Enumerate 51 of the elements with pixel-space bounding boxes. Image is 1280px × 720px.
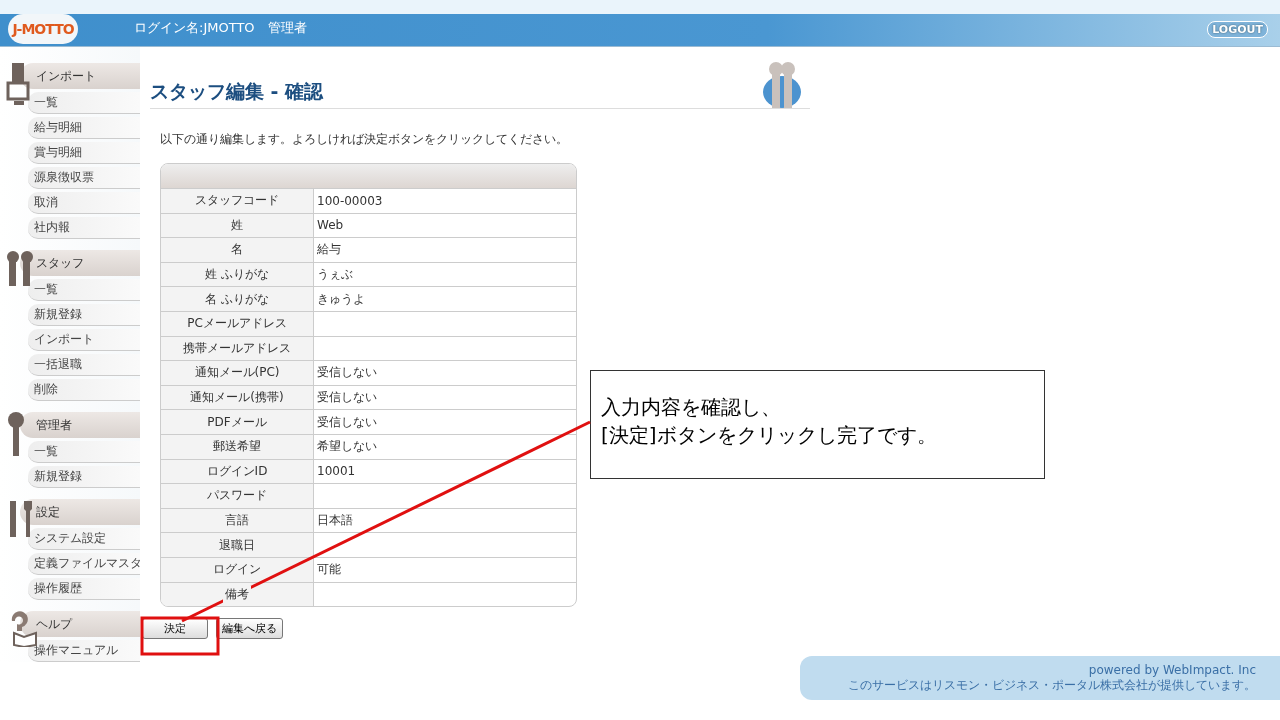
sidebar-item[interactable]: 新規登録: [28, 466, 140, 488]
monitor-icon: [6, 63, 32, 107]
sidebar-item[interactable]: 社内報: [28, 217, 140, 239]
powered-by-text: powered by WebImpact. Inc: [1087, 662, 1256, 677]
sidebar-item[interactable]: 源泉徴収票: [28, 167, 140, 189]
people-icon: [762, 60, 802, 108]
field-label: 言語: [223, 512, 251, 529]
callout-text: 入力内容を確認し、: [601, 394, 782, 421]
field-value: 可能: [317, 561, 341, 579]
sidebar-item[interactable]: 一覧: [28, 441, 140, 463]
sidebar-item[interactable]: 新規登録: [28, 304, 140, 326]
field-value: 10001: [317, 464, 356, 479]
sidebar-item[interactable]: システム設定: [28, 528, 140, 550]
sidebar-section-header[interactable]: 設定: [20, 499, 140, 525]
sidebar-section-header[interactable]: 管理者: [20, 412, 140, 438]
sidebar-item[interactable]: インポート: [28, 329, 140, 351]
people-icon: [6, 250, 36, 286]
field-value: 受信しない: [317, 389, 377, 407]
back-button[interactable]: 編集へ戻る: [216, 618, 283, 640]
field-label: 携帯メールアドレス: [181, 339, 293, 357]
sidebar-item[interactable]: 取消: [28, 192, 140, 214]
sidebar-item[interactable]: 賞与明細: [28, 142, 140, 164]
field-value: きゅうよ: [317, 290, 365, 308]
field-label: 名 ふりがな: [203, 290, 271, 308]
sidebar-item[interactable]: 一覧: [28, 92, 140, 114]
field-value: 希望しない: [317, 438, 377, 456]
field-label: 姓: [229, 216, 245, 234]
sidebar-section-header[interactable]: スタッフ: [20, 250, 140, 276]
field-value: 日本語: [317, 512, 353, 529]
field-label: 備考: [223, 585, 251, 603]
field-label: 姓 ふりがな: [203, 266, 271, 284]
person-icon: [6, 412, 26, 456]
field-value: 100-00003: [317, 193, 383, 208]
page-title: スタッフ編集 - 確認: [150, 79, 324, 104]
sidebar-item[interactable]: 削除: [28, 379, 140, 401]
callout-text: [決定]ボタンをクリックし完了です。: [601, 422, 938, 449]
field-value: うぇぶ: [317, 266, 353, 284]
field-value: 給与: [317, 241, 341, 259]
field-value: 受信しない: [317, 364, 377, 382]
instruction-text: 以下の通り編集します。よろしければ決定ボタンをクリックしてください。: [160, 131, 569, 148]
service-notice: このサービスはリスモン・ビジネス・ポータル株式会社が提供しています。: [847, 677, 1256, 694]
sidebar-item[interactable]: 給与明細: [28, 117, 140, 139]
sidebar-item[interactable]: 一括退職: [28, 354, 140, 376]
sidebar-section-header[interactable]: ヘルプ: [20, 611, 140, 637]
field-value: Web: [317, 218, 344, 233]
sidebar-item[interactable]: 一覧: [28, 279, 140, 301]
field-value: 受信しない: [317, 413, 377, 431]
login-name: ログイン名:JMOTTO 管理者: [134, 19, 308, 37]
sidebar-item[interactable]: 定義ファイルマスタ: [28, 553, 140, 575]
sidebar-item[interactable]: 操作マニュアル: [28, 640, 140, 662]
sidebar-item[interactable]: 操作履歴: [28, 578, 140, 600]
